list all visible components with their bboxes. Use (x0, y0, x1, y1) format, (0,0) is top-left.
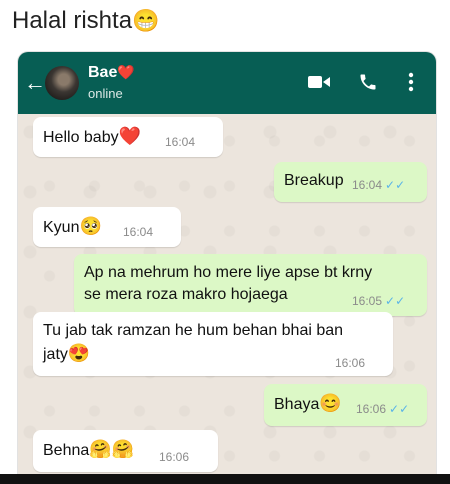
hugging-emoji: 🤗🤗 (89, 439, 135, 459)
message-time: 16:06 (335, 356, 366, 370)
message-text-line2: jaty (43, 346, 68, 363)
message-text: Behna (43, 442, 90, 459)
message-outgoing[interactable]: Bhaya😊 16:06 ✓✓ (264, 384, 427, 426)
video-call-icon[interactable] (308, 74, 330, 95)
time-text: 16:06 (356, 402, 387, 416)
double-check-icon: ✓✓ (385, 178, 406, 192)
message-time: 16:06 (159, 450, 190, 464)
message-incoming[interactable]: Kyun🥺 16:04 (33, 207, 181, 247)
heart-emoji: ❤️ (118, 126, 142, 146)
message-incoming[interactable]: Tu jab tak ramzan he hum behan bhai ban … (33, 312, 393, 376)
grin-emoji: 😁 (132, 8, 160, 33)
message-time: 16:04 (123, 225, 154, 239)
message-text: Breakup (284, 172, 344, 189)
time-text: 16:04 (352, 178, 383, 192)
post-caption: Halal rishta😁 (12, 6, 159, 36)
back-arrow-icon[interactable]: ← (24, 70, 46, 96)
avatar[interactable] (45, 66, 79, 100)
message-incoming[interactable]: Hello baby❤️ 16:04 (33, 117, 223, 157)
chat-header: ← Bae❤️ online (18, 52, 436, 114)
message-text-line1: Ap na mehrum ho mere liye apse bt krny (84, 264, 373, 281)
double-check-icon: ✓✓ (385, 294, 406, 308)
message-text: Hello baby (43, 129, 119, 146)
message-time: 16:05 ✓✓ (352, 290, 405, 312)
message-time: 16:04 (165, 135, 196, 149)
message-time: 16:04 ✓✓ (352, 174, 405, 196)
message-incoming[interactable]: Behna🤗🤗 16:06 (33, 430, 218, 472)
pleading-emoji: 🥺 (79, 216, 102, 236)
bottom-bar (0, 474, 450, 484)
whatsapp-window: ← Bae❤️ online Hello baby❤️ 16:04 Breaku… (18, 52, 436, 474)
double-check-icon: ✓✓ (389, 402, 410, 416)
message-outgoing[interactable]: Ap na mehrum ho mere liye apse bt krny s… (74, 254, 427, 316)
time-text: 16:05 (352, 294, 383, 308)
contact-name[interactable]: Bae❤️ (88, 64, 135, 82)
message-text-line1: Tu jab tak ramzan he hum behan bhai ban (43, 322, 344, 339)
message-outgoing[interactable]: Breakup 16:04 ✓✓ (274, 162, 427, 202)
more-options-icon[interactable] (408, 72, 414, 97)
message-text: Bhaya (274, 396, 320, 413)
caption-text: Halal rishta (12, 7, 133, 34)
contact-status: online (88, 86, 123, 101)
heart-eyes-emoji: 😍 (67, 343, 91, 363)
message-time: 16:06 ✓✓ (356, 398, 409, 420)
contact-name-text: Bae (88, 64, 118, 81)
chat-area: Hello baby❤️ 16:04 Breakup 16:04 ✓✓ Kyun🥺… (18, 114, 436, 474)
smiling-emoji: 😊 (319, 393, 342, 413)
heart-emoji: ❤️ (117, 64, 135, 80)
message-text: Kyun (43, 219, 80, 236)
voice-call-icon[interactable] (358, 72, 378, 97)
